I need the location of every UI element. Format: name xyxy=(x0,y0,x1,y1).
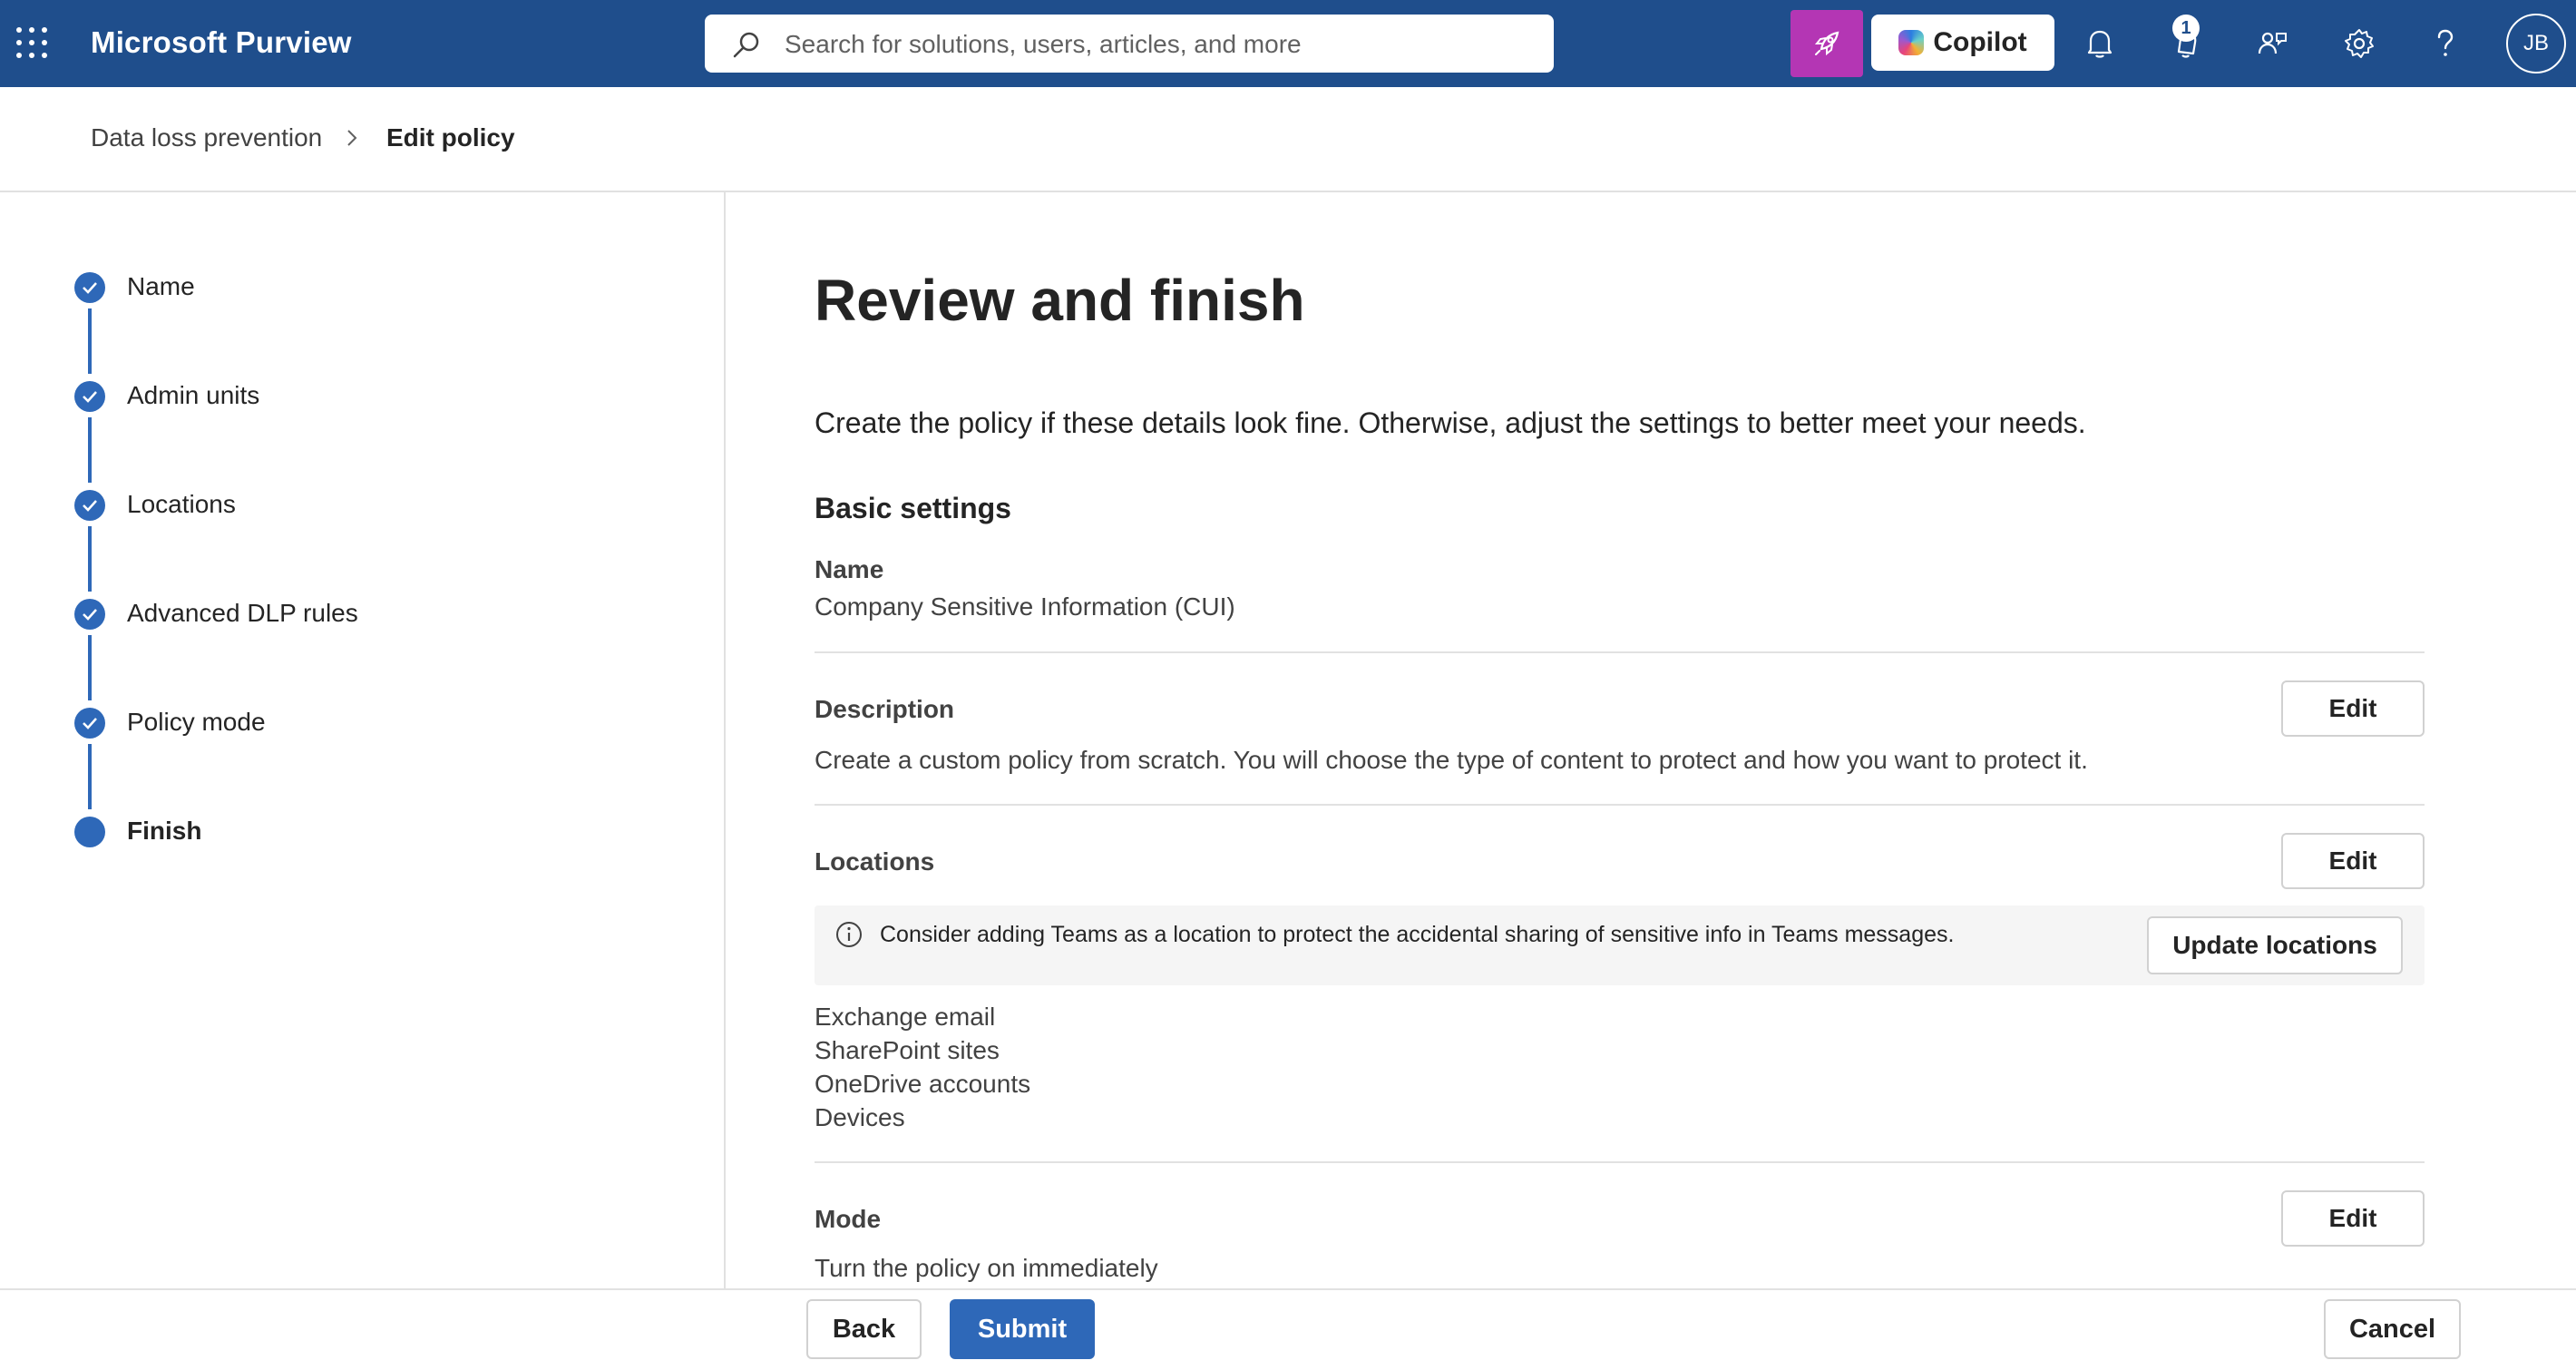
description-value: Create a custom policy from scratch. You… xyxy=(815,746,2088,774)
info-icon xyxy=(836,922,862,947)
edit-locations-button[interactable]: Edit xyxy=(2281,833,2425,889)
notification-badge: 1 xyxy=(2172,15,2200,42)
main-content: Review and finish Create the policy if t… xyxy=(815,192,2425,1288)
mode-label: Mode xyxy=(815,1205,882,1233)
mode-value: Turn the policy on immediately xyxy=(815,1254,1158,1282)
intro-text: Create the policy if these details look … xyxy=(815,406,2086,439)
locations-list: Exchange email SharePoint sites OneDrive… xyxy=(815,1000,1030,1134)
app-launcher-icon[interactable] xyxy=(16,27,47,58)
search-icon xyxy=(733,32,759,58)
bell-icon[interactable] xyxy=(2080,24,2120,64)
top-bar: Microsoft Purview Search for solutions, … xyxy=(0,0,2576,87)
back-button[interactable]: Back xyxy=(806,1299,922,1359)
rocket-button[interactable] xyxy=(1791,10,1863,77)
rocket-icon xyxy=(1814,31,1839,56)
wizard-steps: Name Admin units Locations Advanced DLP … xyxy=(0,192,726,1288)
step-connector xyxy=(88,635,92,700)
list-item: OneDrive accounts xyxy=(815,1070,1031,1098)
section-heading: Basic settings xyxy=(815,492,1011,524)
step-label: Advanced DLP rules xyxy=(127,599,358,627)
step-label: Finish xyxy=(127,817,202,845)
step-connector xyxy=(88,308,92,374)
list-item: Devices xyxy=(815,1103,905,1131)
name-value: Company Sensitive Information (CUI) xyxy=(815,592,1235,621)
info-message-bar: Consider adding Teams as a location to p… xyxy=(815,905,2425,985)
chevron-right-icon xyxy=(347,130,357,146)
description-label: Description xyxy=(815,695,955,723)
step-label: Name xyxy=(127,272,195,300)
name-label: Name xyxy=(815,555,884,583)
step-connector xyxy=(88,744,92,809)
checkmark-icon xyxy=(74,599,105,630)
people-icon[interactable] xyxy=(2253,24,2293,64)
copilot-icon xyxy=(1898,30,1925,55)
checkmark-icon xyxy=(74,381,105,412)
locations-label: Locations xyxy=(815,847,935,876)
avatar[interactable]: JB xyxy=(2506,14,2566,73)
breadcrumb: Data loss prevention Edit policy xyxy=(0,87,2576,192)
divider xyxy=(815,804,2425,806)
update-locations-button[interactable]: Update locations xyxy=(2147,916,2403,974)
edit-mode-button[interactable]: Edit xyxy=(2281,1190,2425,1247)
edit-description-button[interactable]: Edit xyxy=(2281,680,2425,737)
gear-icon[interactable] xyxy=(2339,24,2379,64)
list-item: Exchange email xyxy=(815,1003,996,1031)
step-label: Locations xyxy=(127,490,236,518)
step-connector xyxy=(88,417,92,483)
current-step-dot-icon xyxy=(74,817,105,847)
checkmark-icon xyxy=(74,272,105,303)
step-connector xyxy=(88,526,92,592)
help-icon[interactable] xyxy=(2425,24,2465,64)
breadcrumb-item-data-loss-prevention[interactable]: Data loss prevention xyxy=(91,123,322,152)
cancel-button[interactable]: Cancel xyxy=(2324,1299,2461,1359)
checkmark-icon xyxy=(74,490,105,521)
list-item: SharePoint sites xyxy=(815,1036,1000,1064)
divider xyxy=(815,1161,2425,1163)
step-label: Policy mode xyxy=(127,708,266,736)
checkmark-icon xyxy=(74,708,105,739)
copilot-label: Copilot xyxy=(1933,27,2027,57)
footer-actions: Back Submit Cancel xyxy=(0,1288,2576,1370)
submit-button[interactable]: Submit xyxy=(950,1299,1095,1359)
copilot-button[interactable]: Copilot xyxy=(1871,15,2054,71)
search-input[interactable]: Search for solutions, users, articles, a… xyxy=(785,30,1302,59)
info-message-text: Consider adding Teams as a location to p… xyxy=(880,922,1955,947)
app-title[interactable]: Microsoft Purview xyxy=(91,25,352,60)
page-title: Review and finish xyxy=(815,268,1305,333)
search-box[interactable]: Search for solutions, users, articles, a… xyxy=(705,15,1554,73)
divider xyxy=(815,651,2425,653)
step-label: Admin units xyxy=(127,381,260,409)
breadcrumb-item-edit-policy: Edit policy xyxy=(386,123,515,152)
